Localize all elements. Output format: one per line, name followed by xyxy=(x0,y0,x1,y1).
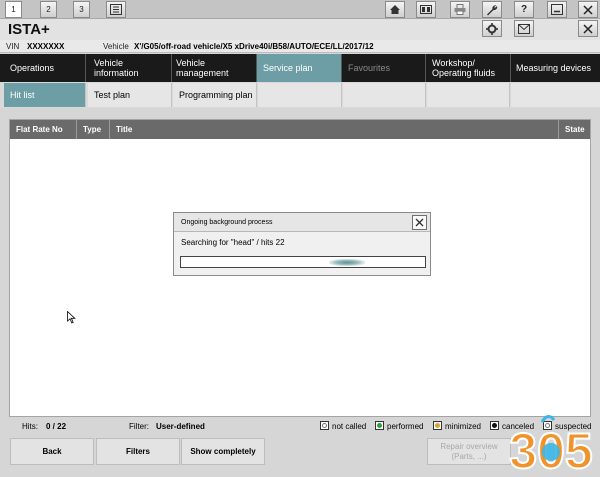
tab-operations[interactable]: Operations xyxy=(0,54,86,82)
minimized-icon xyxy=(433,421,442,431)
settings-icon[interactable] xyxy=(482,20,502,37)
canceled-icon xyxy=(490,421,499,431)
tab-measuring-devices[interactable]: Measuring devices xyxy=(511,54,600,82)
table-header: Flat Rate No Type Title State xyxy=(10,120,590,139)
back-button[interactable]: Back xyxy=(10,438,94,465)
tab-empty-2 xyxy=(343,83,426,107)
top-toolbar: 1 2 3 ? xyxy=(0,0,600,19)
background-process-dialog: Ongoing background process Searching for… xyxy=(173,212,431,276)
data-icon[interactable] xyxy=(416,1,436,18)
app-title: ISTA+ xyxy=(8,21,50,38)
screen-3-button[interactable]: 3 xyxy=(73,1,90,18)
watermark-logo: 305 xyxy=(502,408,600,477)
column-type[interactable]: Type xyxy=(77,120,110,139)
close-icon[interactable] xyxy=(412,215,427,230)
tab-favourites[interactable]: Favourites xyxy=(342,54,426,82)
progress-indicator xyxy=(329,259,365,266)
filter-value: User-defined xyxy=(156,422,205,431)
mail-icon[interactable] xyxy=(514,20,534,37)
tab-empty-1 xyxy=(258,83,342,107)
main-tab-bar: Operations Vehicle information Vehicle m… xyxy=(0,54,600,82)
minimize-icon[interactable] xyxy=(547,1,567,18)
legend-not-called: not called xyxy=(320,420,366,434)
tab-hit-list[interactable]: Hit list xyxy=(4,83,86,107)
repair-overview-button[interactable]: Repair overview (Parts, ...) xyxy=(427,438,511,465)
filter-label: Filter: xyxy=(129,422,149,431)
list-icon[interactable] xyxy=(106,1,126,18)
close-icon[interactable] xyxy=(578,20,598,37)
title-bar: ISTA+ xyxy=(0,19,600,40)
progress-bar xyxy=(180,256,426,268)
tab-empty-3 xyxy=(427,83,510,107)
hits-label: Hits: xyxy=(22,422,38,431)
vehicle-info-bar: VIN XXXXXXX Vehicle X'/G05/off-road vehi… xyxy=(0,40,600,53)
vin-value: XXXXXXX xyxy=(27,42,65,51)
sub-tab-bar: Hit list Test plan Programming plan xyxy=(0,82,600,108)
dialog-message: Searching for "head" / hits 22 xyxy=(181,238,285,247)
home-icon[interactable] xyxy=(385,1,405,18)
filters-button[interactable]: Filters xyxy=(96,438,180,465)
tab-service-plan[interactable]: Service plan xyxy=(257,54,342,82)
column-flat-rate-no[interactable]: Flat Rate No xyxy=(10,120,77,139)
dialog-title: Ongoing background process xyxy=(174,213,430,232)
screen-1-button[interactable]: 1 xyxy=(5,1,22,18)
legend-performed: performed xyxy=(375,420,423,434)
show-completely-button[interactable]: Show completely xyxy=(181,438,265,465)
not-called-icon xyxy=(320,421,329,431)
help-icon[interactable]: ? xyxy=(514,1,534,18)
screen-2-button[interactable]: 2 xyxy=(40,1,57,18)
performed-icon xyxy=(375,421,384,431)
tab-workshop-operating-fluids[interactable]: Workshop/ Operating fluids xyxy=(426,54,511,82)
hits-value: 0 / 22 xyxy=(46,422,67,431)
tab-vehicle-information[interactable]: Vehicle information xyxy=(86,54,172,82)
close-icon[interactable] xyxy=(578,1,598,18)
vin-label: VIN xyxy=(6,42,20,51)
mouse-cursor-icon xyxy=(67,310,76,326)
tab-empty-4 xyxy=(511,83,600,107)
column-title[interactable]: Title xyxy=(110,120,559,139)
print-icon[interactable] xyxy=(450,1,470,18)
legend-minimized: minimized xyxy=(433,420,481,434)
tab-programming-plan[interactable]: Programming plan xyxy=(173,83,257,107)
vehicle-value: X'/G05/off-road vehicle/X5 xDrive40i/B58… xyxy=(134,42,374,51)
tab-test-plan[interactable]: Test plan xyxy=(88,83,172,107)
vehicle-label: Vehicle xyxy=(103,42,129,51)
wrench-icon[interactable] xyxy=(482,1,502,18)
tab-vehicle-management[interactable]: Vehicle management xyxy=(172,54,257,82)
column-state[interactable]: State xyxy=(559,120,590,139)
